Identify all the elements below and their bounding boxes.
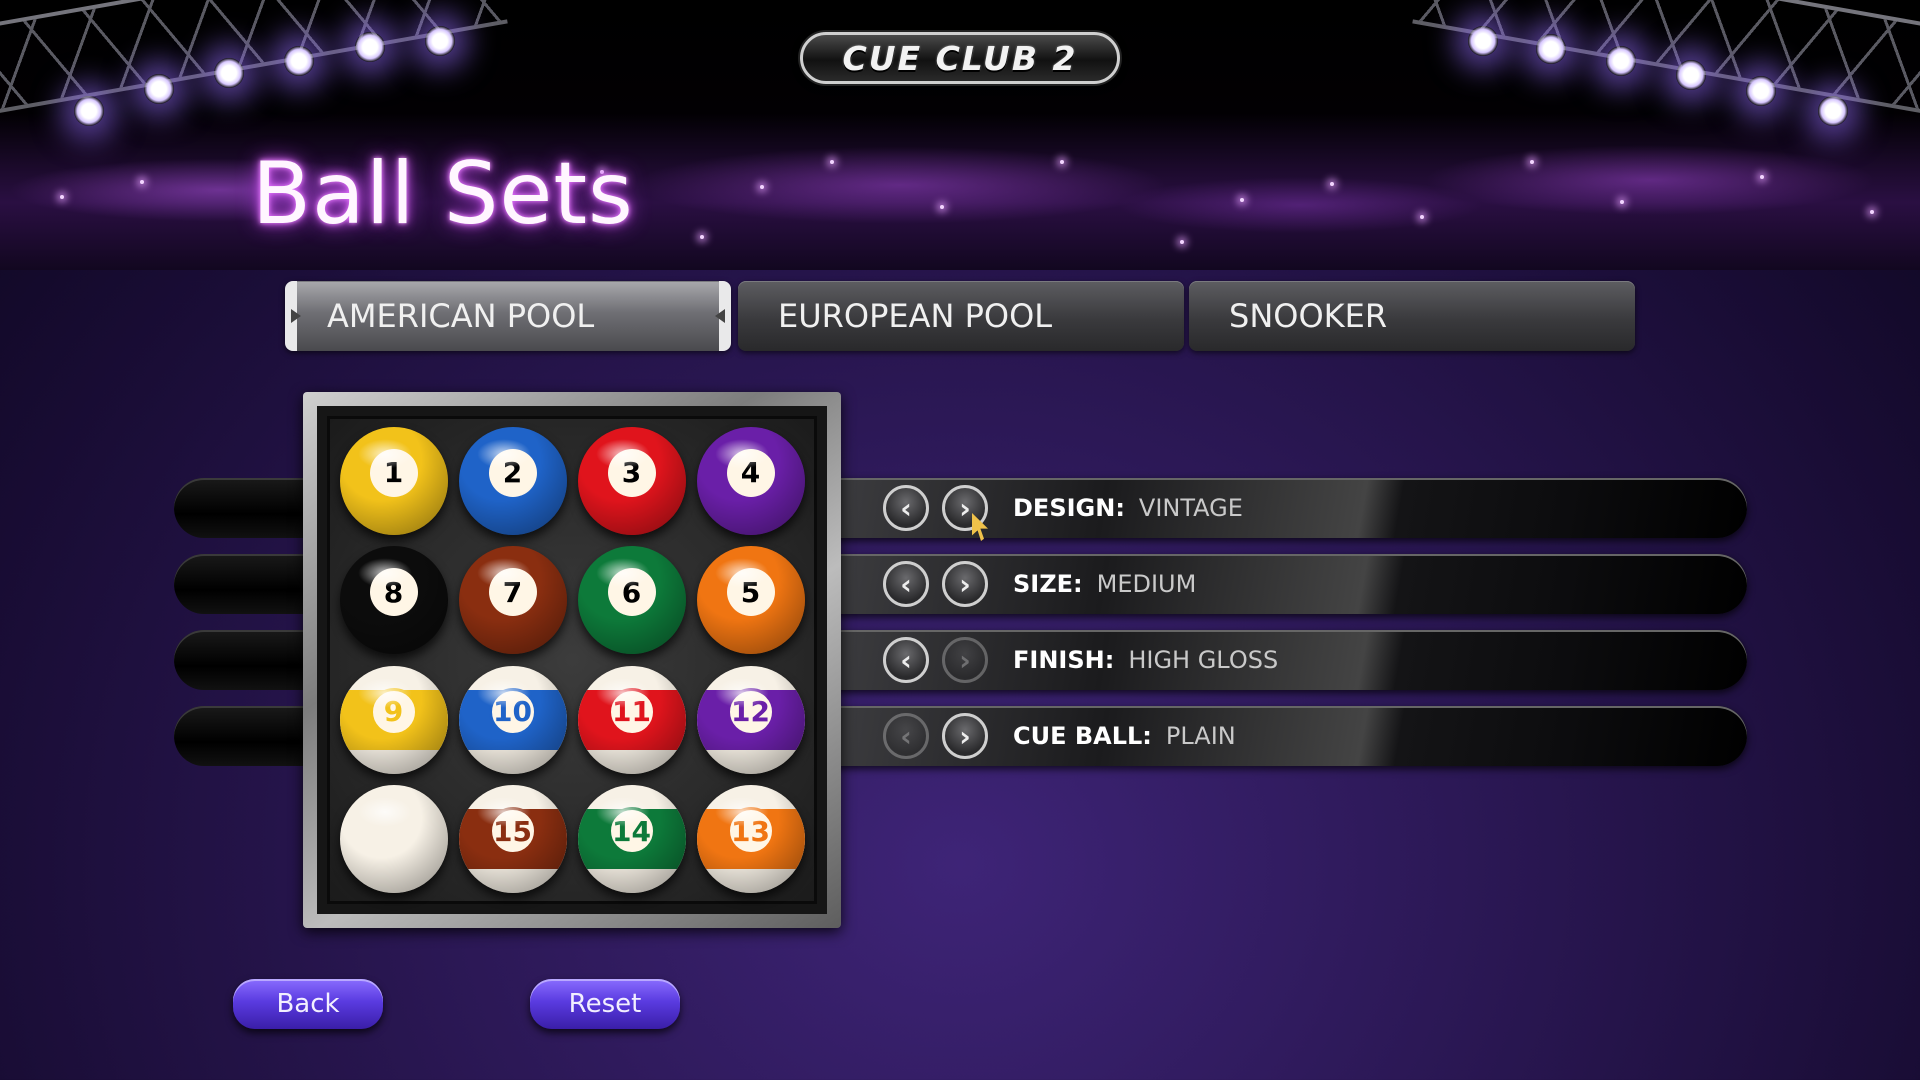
ball-rack-preview: 123487659101112151413	[303, 392, 841, 928]
cue-ball-option: CUE BALL: PLAIN	[1013, 706, 1236, 766]
option-value: PLAIN	[1165, 722, 1236, 750]
spotlight-icon	[1746, 76, 1776, 106]
spotlight-icon	[355, 32, 385, 62]
pool-ball: 2	[458, 426, 567, 535]
tab-european-pool[interactable]: EUROPEAN POOL	[738, 281, 1184, 351]
chevron-right-icon: ›	[959, 719, 971, 753]
chevron-left-icon: ‹	[900, 567, 912, 601]
size-next-button[interactable]: ›	[942, 561, 988, 607]
option-value: HIGH GLOSS	[1128, 646, 1279, 674]
spotlight-icon	[1818, 96, 1848, 126]
cue-ball-next-button[interactable]: ›	[942, 713, 988, 759]
finish-prev-button[interactable]: ‹	[883, 637, 929, 683]
option-rail-left	[174, 554, 324, 614]
tab-snooker[interactable]: SNOOKER	[1189, 281, 1635, 351]
option-value: MEDIUM	[1096, 570, 1197, 598]
pool-ball: 7	[458, 546, 567, 655]
pool-ball: 1	[339, 426, 448, 535]
option-key: FINISH:	[1013, 646, 1115, 674]
spotlight-icon	[144, 74, 174, 104]
pool-ball: 15	[458, 785, 567, 894]
rack-felt: 123487659101112151413	[327, 416, 817, 904]
pool-ball: 4	[696, 426, 805, 535]
option-rail-left	[174, 630, 324, 690]
pool-ball: 13	[696, 785, 805, 894]
spotlight-icon	[214, 58, 244, 88]
design-prev-button[interactable]: ‹	[883, 485, 929, 531]
option-value: VINTAGE	[1138, 494, 1243, 522]
cue-ball-prev-button[interactable]: ‹	[883, 713, 929, 759]
pool-ball: 8	[339, 546, 448, 655]
spotlight-icon	[74, 96, 104, 126]
spotlight-icon	[1468, 26, 1498, 56]
spotlight-icon	[1676, 60, 1706, 90]
tab-american-pool[interactable]: AMERICAN POOL	[285, 281, 731, 351]
pool-ball: 14	[577, 785, 686, 894]
game-logo: CUE CLUB 2	[800, 32, 1120, 84]
rack-frame: 123487659101112151413	[317, 406, 827, 914]
spotlight-icon	[425, 26, 455, 56]
option-rail-left	[174, 478, 324, 538]
chevron-left-icon: ‹	[900, 719, 912, 753]
reset-button[interactable]: Reset	[530, 979, 680, 1029]
size-option: SIZE: MEDIUM	[1013, 554, 1196, 614]
option-key: SIZE:	[1013, 570, 1083, 598]
spotlight-icon	[1536, 34, 1566, 64]
design-option: DESIGN: VINTAGE	[1013, 478, 1243, 538]
chevron-right-icon: ›	[959, 643, 971, 677]
option-key: CUE BALL:	[1013, 722, 1152, 750]
option-key: DESIGN:	[1013, 494, 1125, 522]
spotlight-icon	[1606, 46, 1636, 76]
chevron-left-icon: ‹	[900, 491, 912, 525]
pool-ball: 5	[696, 546, 805, 655]
chevron-right-icon: ›	[959, 491, 971, 525]
chevron-left-icon: ‹	[900, 643, 912, 677]
finish-next-button[interactable]: ›	[942, 637, 988, 683]
pool-ball: 11	[577, 665, 686, 774]
option-rail-left	[174, 706, 324, 766]
pool-ball: 10	[458, 665, 567, 774]
size-prev-button[interactable]: ‹	[883, 561, 929, 607]
back-button[interactable]: Back	[233, 979, 383, 1029]
finish-option: FINISH: HIGH GLOSS	[1013, 630, 1278, 690]
page-title: Ball Sets	[252, 144, 634, 244]
cue-ball	[339, 785, 448, 894]
pool-ball: 9	[339, 665, 448, 774]
pool-ball: 12	[696, 665, 805, 774]
pool-ball: 3	[577, 426, 686, 535]
pool-ball: 6	[577, 546, 686, 655]
chevron-right-icon: ›	[959, 567, 971, 601]
spotlight-icon	[284, 46, 314, 76]
